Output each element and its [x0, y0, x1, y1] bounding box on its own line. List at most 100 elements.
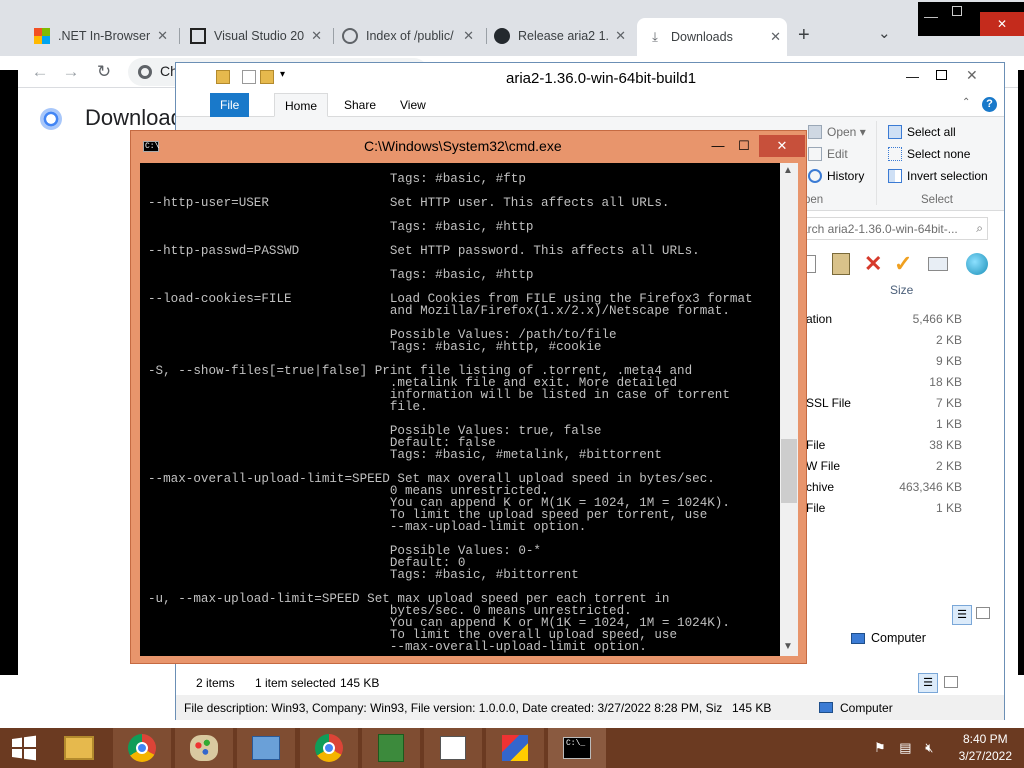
- column-header-size[interactable]: Size: [890, 283, 913, 297]
- tab-net-in-browser[interactable]: .NET In-Browser ✕: [34, 22, 174, 50]
- minimize-icon[interactable]: —: [924, 8, 938, 24]
- file-row[interactable]: File 38 KB: [806, 435, 966, 455]
- start-button[interactable]: [0, 728, 48, 768]
- close-icon[interactable]: ✕: [770, 29, 781, 45]
- ribbon-divider: [876, 121, 877, 205]
- maximize-icon[interactable]: [952, 6, 962, 16]
- search-placeholder: arch aria2-1.36.0-win-64bit-...: [801, 222, 958, 236]
- file-row[interactable]: chive 463,346 KB: [806, 477, 966, 497]
- vertical-scrollbar[interactable]: ▲ ▼: [780, 163, 798, 656]
- file-row[interactable]: SSL File 7 KB: [806, 393, 966, 413]
- taskbar-app[interactable]: [237, 728, 295, 768]
- reload-icon[interactable]: ↻: [92, 60, 116, 84]
- customize-toolbar-icon[interactable]: ▾: [280, 69, 285, 80]
- selection-size: 145 KB: [340, 676, 380, 690]
- history-button[interactable]: History: [808, 169, 864, 183]
- checkmark-icon[interactable]: ✓: [894, 251, 912, 277]
- maximize-icon[interactable]: ☐: [731, 135, 757, 157]
- close-icon[interactable]: ✕: [980, 12, 1024, 36]
- select-all-label: Select all: [907, 125, 956, 139]
- taskbar-app[interactable]: [424, 728, 482, 768]
- tab-home[interactable]: Home: [274, 93, 329, 117]
- console-output[interactable]: Tags: #basic, #ftp --http-user=USER Set …: [140, 163, 798, 656]
- file-row[interactable]: 9 KB: [806, 351, 966, 371]
- explorer-title-bar: ▾ aria2-1.36.0-win-64bit-build1 — ✕: [176, 63, 1004, 93]
- invert-selection-button[interactable]: Invert selection: [888, 169, 988, 183]
- select-none-button[interactable]: Select none: [888, 147, 970, 161]
- taskbar-app[interactable]: [486, 728, 544, 768]
- tab-visual-studio[interactable]: Visual Studio 20 ✕: [190, 22, 328, 50]
- edit-button[interactable]: Edit: [808, 147, 848, 161]
- taskbar-app[interactable]: C:\_: [548, 728, 606, 768]
- file-row[interactable]: W File 2 KB: [806, 456, 966, 476]
- tab-share[interactable]: Share: [334, 93, 386, 117]
- scrollbar-thumb[interactable]: [781, 439, 797, 503]
- file-row[interactable]: ation 5,466 KB: [806, 309, 966, 329]
- tab-downloads[interactable]: ⤓ Downloads ✕: [637, 18, 787, 56]
- help-icon[interactable]: ?: [982, 97, 997, 112]
- scroll-up-icon[interactable]: ▲: [783, 165, 793, 176]
- close-icon[interactable]: ✕: [463, 28, 474, 44]
- properties-icon[interactable]: [242, 70, 256, 84]
- nav-item-computer[interactable]: Computer: [851, 631, 926, 645]
- file-row[interactable]: File 1 KB: [806, 498, 966, 518]
- minimize-icon[interactable]: —: [906, 69, 919, 84]
- close-icon[interactable]: ✕: [157, 28, 168, 44]
- collapse-ribbon-icon[interactable]: ⌃: [962, 97, 970, 108]
- file-size: 2 KB: [935, 333, 962, 347]
- tab-search-button[interactable]: ⌄: [878, 24, 891, 42]
- window-title: aria2-1.36.0-win-64bit-build1: [506, 70, 697, 87]
- selection-count: 1 item selected: [255, 676, 336, 690]
- search-box[interactable]: arch aria2-1.36.0-win-64bit-... ⌕: [796, 217, 988, 240]
- maximize-icon[interactable]: [936, 70, 947, 80]
- close-icon[interactable]: ✕: [966, 67, 978, 84]
- tab-index-of-public[interactable]: Index of /public/ ✕: [342, 22, 480, 50]
- file-row[interactable]: 18 KB: [806, 372, 966, 392]
- new-folder-icon[interactable]: [260, 70, 274, 84]
- paste-icon[interactable]: [832, 253, 850, 275]
- taskbar-app[interactable]: [113, 728, 171, 768]
- new-tab-button[interactable]: +: [798, 24, 810, 47]
- taskbar-app[interactable]: [50, 728, 108, 768]
- details-view-icon[interactable]: ☰: [952, 605, 972, 625]
- file-row[interactable]: 2 KB: [806, 330, 966, 350]
- edit-icon: [808, 147, 822, 161]
- tab-release-aria2[interactable]: Release aria2 1. ✕: [494, 22, 632, 50]
- large-icons-view-icon[interactable]: [944, 676, 958, 688]
- background-strip: [1018, 70, 1024, 675]
- close-icon[interactable]: ✕: [759, 135, 805, 157]
- taskbar-app[interactable]: [362, 728, 420, 768]
- close-icon[interactable]: ✕: [311, 28, 322, 44]
- notepad-icon: [440, 736, 466, 760]
- select-all-button[interactable]: Select all: [888, 125, 956, 139]
- clock[interactable]: 8:40 PM 3/27/2022: [959, 731, 1012, 765]
- network-icon[interactable]: ▤: [899, 740, 911, 755]
- open-label: Open: [827, 125, 857, 139]
- tab-view[interactable]: View: [390, 93, 436, 117]
- chrome-icon: [315, 734, 343, 762]
- system-tray: ⚑ ▤ 🔇︎: [874, 740, 933, 756]
- file-row[interactable]: 1 KB: [806, 414, 966, 434]
- shapes-app-icon: [502, 735, 528, 761]
- minimize-icon[interactable]: —: [705, 135, 731, 157]
- scroll-down-icon[interactable]: ▼: [783, 641, 793, 652]
- file-type: W File: [806, 459, 840, 473]
- tab-file[interactable]: File: [210, 93, 250, 117]
- volume-icon[interactable]: 🔇︎: [925, 740, 933, 755]
- forward-icon[interactable]: →: [59, 60, 83, 84]
- taskbar-app[interactable]: [175, 728, 233, 768]
- taskbar: C:\_ ⚑ ▤ 🔇︎ 8:40 PM 3/27/2022: [0, 728, 1024, 768]
- back-icon[interactable]: ←: [28, 60, 52, 84]
- large-icons-view-icon[interactable]: [976, 607, 990, 619]
- delete-icon[interactable]: ✕: [864, 251, 882, 277]
- globe-icon: [342, 28, 358, 44]
- taskbar-app[interactable]: [300, 728, 358, 768]
- flag-icon[interactable]: ⚑: [874, 740, 886, 755]
- close-icon[interactable]: ✕: [615, 28, 626, 44]
- globe-icon[interactable]: [966, 253, 988, 275]
- status-bar: 2 items 1 item selected 145 KB ☰: [176, 668, 1004, 694]
- rename-icon[interactable]: [928, 257, 948, 271]
- details-view-icon[interactable]: ☰: [918, 673, 938, 693]
- microsoft-logo-icon: [34, 28, 50, 44]
- open-button[interactable]: Open ▾: [808, 125, 866, 139]
